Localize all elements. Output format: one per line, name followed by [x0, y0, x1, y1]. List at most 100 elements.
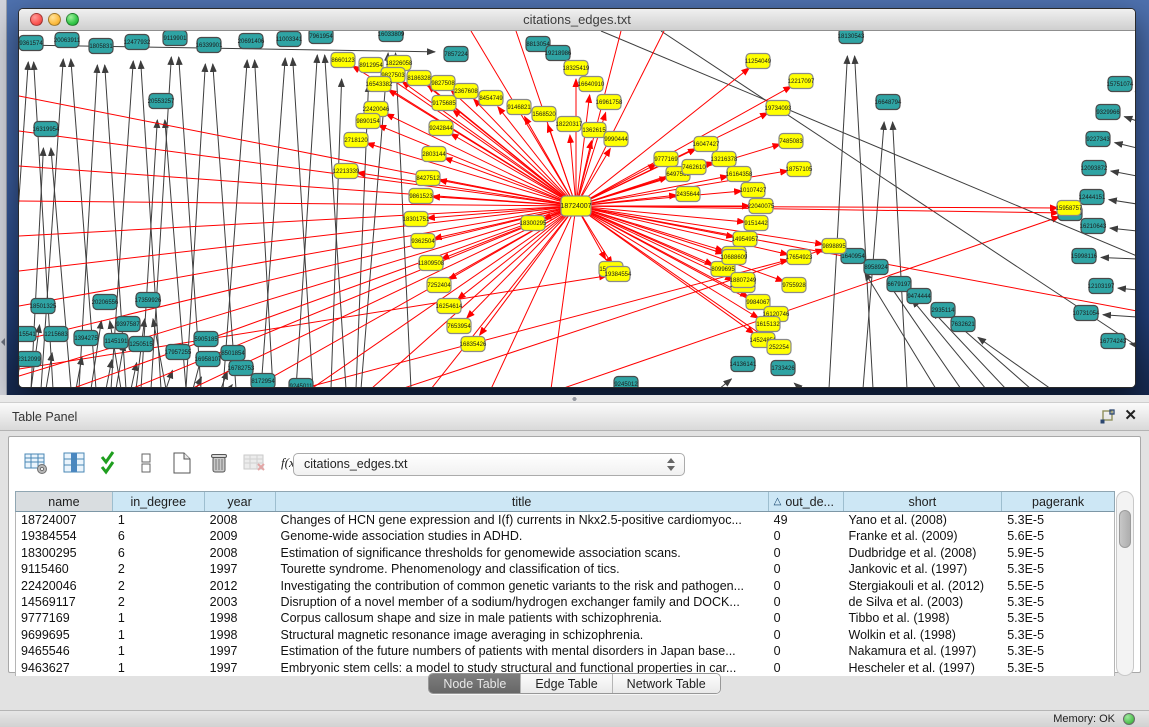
table-cell[interactable]: 18300295: [16, 545, 113, 561]
table-cell[interactable]: 19384554: [16, 528, 113, 544]
graph-node[interactable]: 16640910: [578, 77, 605, 92]
graph-edge[interactable]: [357, 173, 576, 206]
graph-node[interactable]: 1568520: [532, 107, 556, 122]
graph-node[interactable]: 20553257: [148, 94, 175, 109]
graph-node[interactable]: 17654923: [786, 250, 813, 265]
float-window-icon[interactable]: [1099, 409, 1115, 425]
graph-node[interactable]: 9151442: [744, 216, 768, 231]
table-cell[interactable]: 0: [769, 578, 844, 594]
graph-edge[interactable]: [576, 31, 621, 206]
table-cell[interactable]: 2: [113, 594, 205, 610]
graph-node[interactable]: 18757105: [786, 162, 813, 177]
select-all-icon[interactable]: [99, 450, 125, 476]
table-cell[interactable]: Nakamura et al. (1997): [844, 643, 1003, 659]
graph-node[interactable]: 12477932: [124, 35, 151, 50]
table-cell[interactable]: Investigating the contribution of common…: [276, 578, 769, 594]
table-cell[interactable]: Corpus callosum shape and size in male p…: [276, 610, 769, 626]
graph-node[interactable]: 8958924: [864, 260, 888, 275]
table-cell[interactable]: 22420046: [16, 578, 113, 594]
graph-node[interactable]: 8454749: [479, 91, 503, 106]
graph-node[interactable]: 16033809: [378, 31, 405, 42]
table-cell[interactable]: 6: [113, 528, 205, 544]
graph-node[interactable]: 8172954: [251, 374, 275, 389]
graph-node[interactable]: 9861523: [409, 189, 433, 204]
graph-node[interactable]: 12103197: [1088, 279, 1115, 294]
graph-edge[interactable]: [356, 84, 369, 388]
graph-node[interactable]: 19384554: [605, 267, 632, 282]
graph-node[interactable]: 9175685: [432, 96, 456, 111]
graph-edge[interactable]: [367, 143, 576, 206]
graph-node[interactable]: 2935114: [931, 303, 955, 318]
table-cell[interactable]: 1998: [205, 610, 276, 626]
table-row[interactable]: 1872400712008Changes of HCN gene express…: [16, 512, 1114, 528]
table-cell[interactable]: 0: [769, 627, 844, 643]
graph-node[interactable]: 8427512: [416, 171, 440, 186]
graph-node[interactable]: 2718120: [344, 133, 368, 148]
column-header-pagerank[interactable]: pagerank: [1002, 492, 1114, 511]
table-cell[interactable]: 5.3E-5: [1002, 594, 1114, 610]
graph-node[interactable]: 9397587: [116, 317, 140, 332]
table-cell[interactable]: Dudbridge et al. (2008): [844, 545, 1003, 561]
graph-edge[interactable]: [719, 379, 731, 388]
graph-node[interactable]: 2803144: [422, 147, 446, 162]
graph-edge[interactable]: [576, 31, 664, 206]
graph-node[interactable]: 1215683: [44, 327, 68, 342]
left-panel-splitter[interactable]: [0, 0, 7, 395]
table-settings-icon[interactable]: [23, 450, 49, 476]
graph-node[interactable]: 18301751: [403, 212, 430, 227]
graph-edge[interactable]: [46, 353, 52, 388]
graph-node[interactable]: 14136141: [730, 357, 757, 372]
graph-node[interactable]: 9890154: [356, 114, 380, 129]
graph-node[interactable]: 9146821: [507, 100, 531, 115]
table-cell[interactable]: 1: [113, 610, 205, 626]
graph-node[interactable]: 9777169: [654, 152, 678, 167]
table-cell[interactable]: 5.3E-5: [1002, 512, 1114, 528]
table-cell[interactable]: 2: [113, 578, 205, 594]
graph-node[interactable]: 9361574: [19, 36, 43, 51]
tab-edge-table[interactable]: Edge Table: [521, 674, 612, 693]
graph-node[interactable]: 14954957: [732, 232, 759, 247]
graph-edge[interactable]: [570, 135, 576, 206]
graph-node[interactable]: 9990444: [604, 132, 628, 147]
table-cell[interactable]: Estimation of the future numbers of pati…: [276, 643, 769, 659]
graph-node[interactable]: 8186328: [407, 71, 431, 86]
graph-node[interactable]: 10688609: [721, 250, 748, 265]
graph-edge[interactable]: [1101, 257, 1136, 259]
graph-node[interactable]: 13216378: [711, 152, 738, 167]
graph-node[interactable]: 2312099: [19, 352, 41, 367]
graph-node[interactable]: 1615132: [756, 317, 780, 332]
scrollbar-thumb[interactable]: [1119, 510, 1131, 548]
show-columns-icon[interactable]: [61, 450, 87, 476]
graph-edge[interactable]: [855, 56, 873, 388]
table-row[interactable]: 1938455462009Genome-wide association stu…: [16, 528, 1114, 544]
column-header-name[interactable]: name: [16, 492, 113, 511]
graph-node[interactable]: 12213339: [333, 164, 360, 179]
graph-node[interactable]: 8912954: [359, 58, 383, 73]
graph-node[interactable]: 6679197: [887, 277, 911, 292]
table-cell[interactable]: Tibbo et al. (1998): [844, 610, 1003, 626]
graph-edge[interactable]: [1110, 228, 1136, 231]
graph-node[interactable]: 9898895: [822, 239, 846, 254]
graph-edge[interactable]: [1130, 344, 1136, 345]
graph-node[interactable]: 16047427: [693, 137, 720, 152]
graph-node[interactable]: 10731054: [1073, 306, 1100, 321]
table-cell[interactable]: 0: [769, 561, 844, 577]
graph-node[interactable]: 7632621: [951, 317, 975, 332]
graph-node[interactable]: 9245012: [614, 377, 638, 389]
vertical-scrollbar[interactable]: [1116, 491, 1134, 676]
graph-node[interactable]: 16339901: [196, 38, 223, 53]
column-header-title[interactable]: title: [276, 492, 769, 511]
graph-edge[interactable]: [1124, 117, 1136, 121]
zoom-button[interactable]: [66, 13, 79, 26]
graph-node[interactable]: 16782753: [228, 361, 255, 376]
graph-node[interactable]: 20063911: [54, 33, 81, 48]
graph-node[interactable]: 16164358: [726, 167, 753, 182]
column-header-out_de[interactable]: △out_de...: [769, 492, 844, 511]
graph-node[interactable]: 20206556: [92, 295, 119, 310]
table-row[interactable]: 1830029562008Estimation of significance …: [16, 545, 1114, 561]
graph-node[interactable]: 1145191: [104, 334, 128, 349]
graph-edge[interactable]: [576, 95, 590, 206]
graph-edge[interactable]: [1103, 315, 1136, 317]
tab-network-table[interactable]: Network Table: [613, 674, 720, 693]
graph-edge[interactable]: [371, 206, 576, 388]
